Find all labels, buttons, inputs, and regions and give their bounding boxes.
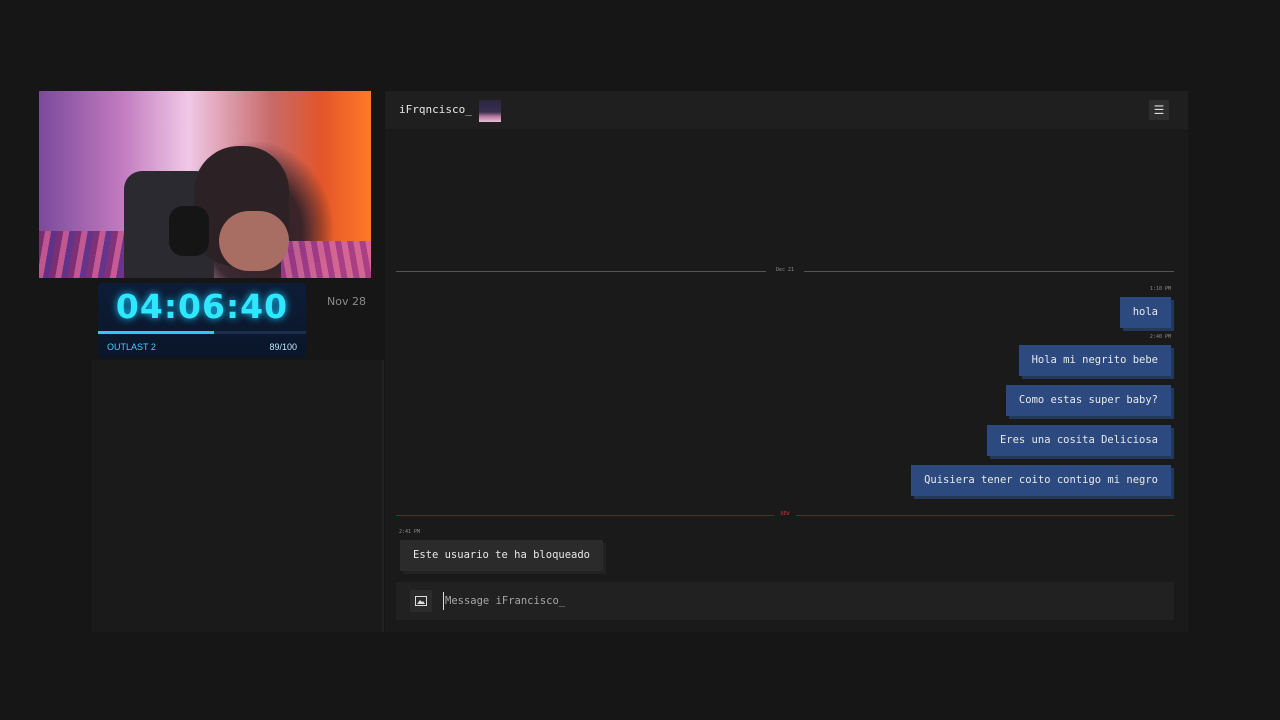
message-bubble: Hola mi negrito bebe	[1018, 345, 1171, 376]
timer-progress-fill	[98, 331, 215, 334]
chat-panel: iFrqncisco_ ☰ Dec 21 1:10 PM hola 2:40 P…	[385, 91, 1188, 632]
message-bubble: Este usuario te ha bloqueado	[400, 540, 604, 571]
message-bubble: hola	[1119, 297, 1171, 328]
game-title: OUTLAST 2	[107, 342, 156, 352]
timer-progress-bar	[98, 331, 306, 334]
avatar[interactable]	[479, 100, 501, 122]
message-bubble: Eres una cosita Deliciosa	[986, 425, 1171, 456]
message-input[interactable]	[443, 592, 1145, 610]
message-timestamp: 2:41 PM	[399, 529, 421, 535]
chat-header: iFrqncisco_ ☰	[385, 91, 1188, 129]
attach-image-button[interactable]	[410, 590, 432, 612]
message-bubble: Quisiera tener coito contigo mi negro	[911, 465, 1171, 496]
image-icon	[415, 596, 427, 606]
overlay-date: Nov 28	[327, 295, 366, 308]
timer-value: 04:06:40	[115, 287, 289, 326]
message-composer	[396, 582, 1174, 620]
chat-menu-button[interactable]: ☰	[1149, 100, 1169, 120]
new-divider-label: NEW	[780, 511, 790, 517]
conversation-list-panel	[92, 360, 384, 632]
date-divider: Dec 21	[396, 267, 1174, 273]
message-timestamp: 2:40 PM	[1149, 334, 1171, 340]
hamburger-icon: ☰	[1153, 103, 1165, 117]
date-divider-label: Dec 21	[775, 267, 795, 273]
progress-count: 89/100	[269, 342, 297, 352]
message-timestamp: 1:10 PM	[1149, 286, 1171, 292]
stream-timer-overlay: 04:06:40 OUTLAST 2 89/100	[98, 283, 306, 358]
webcam-feed	[39, 91, 371, 278]
message-bubble: Como estas super baby?	[1005, 385, 1171, 416]
chat-username[interactable]: iFrqncisco_	[399, 103, 472, 116]
new-messages-divider: NEW	[396, 511, 1174, 517]
